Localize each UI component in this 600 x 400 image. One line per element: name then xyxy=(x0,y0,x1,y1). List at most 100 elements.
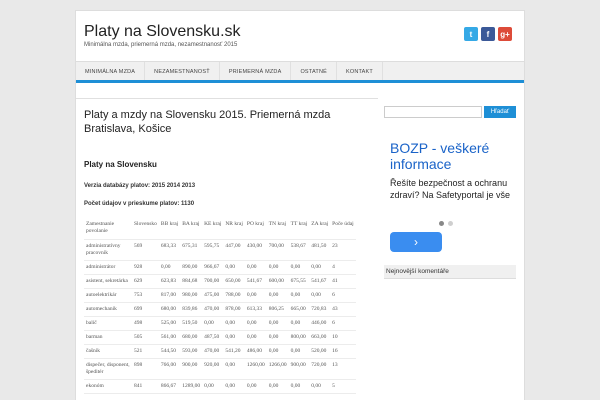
table-cell: 13 xyxy=(330,358,356,380)
table-cell: barman xyxy=(84,330,132,345)
table-cell: 541,20 xyxy=(223,344,245,359)
table-cell: 720,83 xyxy=(309,302,331,317)
table-cell: 680,00 xyxy=(158,302,181,317)
column-header: Slovensko xyxy=(132,219,159,240)
table-cell: 0,00 xyxy=(266,379,289,394)
facebook-icon[interactable]: f xyxy=(481,27,495,41)
table-cell: čašník xyxy=(84,344,132,359)
nav-item-5[interactable]: KONTAKT xyxy=(337,62,383,80)
table-cell: 980,00 xyxy=(180,288,203,303)
table-cell: 920,00 xyxy=(202,358,224,380)
table-header-row: Zamestnanie povolanie Slovensko BB kraj BA … xyxy=(84,219,356,240)
table-cell: 665,00 xyxy=(288,302,310,317)
table-cell: 663,00 xyxy=(309,330,331,345)
table-row: automechanik 699 680,00 839,86 470,00 878,00 6… xyxy=(84,302,356,317)
table-cell: 0,00 xyxy=(266,330,289,345)
column-header: KE kraj xyxy=(202,219,224,240)
table-cell: 0,00 xyxy=(244,288,267,303)
table-cell: 720,00 xyxy=(309,358,331,380)
recent-comments-heading: Nejnovější komentáře xyxy=(384,265,516,279)
table-cell: 0,00 xyxy=(288,379,310,394)
table-cell: 766,00 xyxy=(158,358,181,380)
nav-item-2[interactable]: NEZAMESTNANOSŤ xyxy=(145,62,220,80)
table-cell: 0,00 xyxy=(309,379,331,394)
column-header: TN kraj xyxy=(266,219,289,240)
table-row: ekonóm 841 866,67 1289,00 0,00 0,00 0,00 0,00 0,… xyxy=(84,379,356,394)
table-cell: 481,50 xyxy=(309,239,331,261)
table-cell: 505 xyxy=(132,330,159,345)
table-cell: 629 xyxy=(132,274,159,289)
table-cell: 521 xyxy=(132,344,159,359)
table-cell: 446,00 xyxy=(309,316,331,331)
table-cell: 683,33 xyxy=(158,239,181,261)
social-icons: t f g+ xyxy=(464,27,512,41)
search-input[interactable] xyxy=(384,106,482,118)
table-cell: 470,00 xyxy=(202,302,224,317)
table-cell: 0,00 xyxy=(158,260,181,275)
table-row: balič 498 525,00 519,50 0,00 0,00 0,00 0,00 0,00… xyxy=(84,316,356,331)
table-cell: 447,00 xyxy=(223,239,245,261)
table-cell: 699 xyxy=(132,302,159,317)
table-cell: automechanik xyxy=(84,302,132,317)
ad-pagination xyxy=(439,221,453,226)
table-row: administratívny pracovník 569 683,33 675,31… xyxy=(84,239,356,261)
table-cell: 884,68 xyxy=(180,274,203,289)
table-cell: 0,00 xyxy=(266,344,289,359)
column-header: NR kraj xyxy=(223,219,245,240)
table-cell: 430,00 xyxy=(244,239,267,261)
nav-item-1[interactable]: MINIMÁLNA MZDA xyxy=(76,62,146,80)
search-button[interactable]: Hľadať xyxy=(484,106,516,118)
table-cell: 839,86 xyxy=(180,302,203,317)
table-row: asistent, sekretárka 629 623,83 884,68 700,0… xyxy=(84,274,356,289)
table-cell: 1260,00 xyxy=(244,358,267,380)
table-row: čašník 521 544,50 593,00 470,00 541,20 486,00 0… xyxy=(84,344,356,359)
table-cell: 866,67 xyxy=(158,379,181,394)
table-cell: dispečer, disponent, špeditér xyxy=(84,358,132,380)
table-row: dispečer, disponent, špeditér 898 766,00 90… xyxy=(84,358,356,380)
table-cell: 41 xyxy=(330,274,356,289)
twitter-icon[interactable]: t xyxy=(464,27,478,41)
table-cell: 928 xyxy=(132,260,159,275)
table-cell: 593,00 xyxy=(180,344,203,359)
ad-dot-active[interactable] xyxy=(439,221,444,226)
table-cell: 966,67 xyxy=(202,260,224,275)
table-cell: 878,00 xyxy=(223,302,245,317)
nav-item-4[interactable]: OSTATNÉ xyxy=(291,62,338,80)
column-header: ZA kraj xyxy=(309,219,331,240)
main-content: Platy a mzdy na Slovensku 2015. Priemern… xyxy=(76,98,378,400)
ad-dot[interactable] xyxy=(448,221,453,226)
table-cell: 475,00 xyxy=(202,288,224,303)
site-tagline: Minimálna mzda, priemerná mzda, nezamest… xyxy=(84,42,238,48)
table-cell: 10 xyxy=(330,330,356,345)
table-cell: 525,00 xyxy=(158,316,181,331)
ad-title[interactable]: BOZP - veškeré informace xyxy=(390,140,515,172)
column-header: PO kraj xyxy=(244,219,267,240)
nav-item-3[interactable]: PRIEMERNÁ MZDA xyxy=(220,62,292,80)
table-cell: 675,55 xyxy=(288,274,310,289)
ad-cta-button[interactable]: › xyxy=(390,232,442,252)
table-cell: 0,00 xyxy=(223,379,245,394)
table-cell: 900,00 xyxy=(180,358,203,380)
table-cell: 890,00 xyxy=(180,260,203,275)
table-cell: 487,50 xyxy=(202,330,224,345)
db-version-text: Verzia databázy platov: 2015 2014 2013 xyxy=(84,183,196,189)
table-cell: 900,00 xyxy=(288,358,310,380)
site-title[interactable]: Platy na Slovensku.sk xyxy=(84,23,241,41)
table-cell: 43 xyxy=(330,302,356,317)
ad-banner[interactable]: BOZP - veškeré informace Řešíte bezpečno… xyxy=(384,128,516,254)
table-cell: 0,00 xyxy=(244,316,267,331)
column-header: TT kraj xyxy=(288,219,310,240)
table-cell: 800,00 xyxy=(288,330,310,345)
salary-table: Zamestnanie povolanie Slovensko BB kraj BA … xyxy=(84,219,356,394)
table-cell: 1266,00 xyxy=(266,358,289,380)
table-cell: 680,00 xyxy=(180,330,203,345)
table-cell: 595,75 xyxy=(202,239,224,261)
google-plus-icon[interactable]: g+ xyxy=(498,27,512,41)
table-cell: 753 xyxy=(132,288,159,303)
column-header: BA kraj xyxy=(180,219,203,240)
column-header: BB kraj xyxy=(158,219,181,240)
article-subheading: Platy na Slovensku xyxy=(84,160,157,169)
table-cell: 0,00 xyxy=(288,344,310,359)
table-cell: 0,00 xyxy=(223,330,245,345)
table-cell: 675,31 xyxy=(180,239,203,261)
